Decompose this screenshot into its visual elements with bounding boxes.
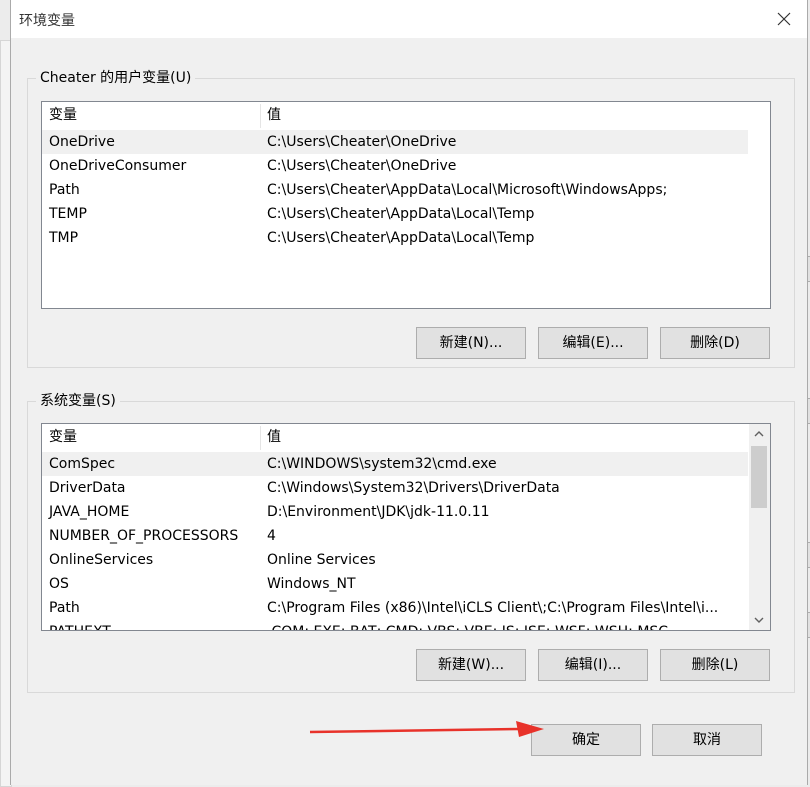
variable-value: C:\Users\Cheater\AppData\Local\Microsoft… xyxy=(267,182,668,198)
dialog-title: 环境变量 xyxy=(19,13,75,29)
variable-name: OS xyxy=(49,576,69,592)
table-row[interactable]: Path C:\Program Files (x86)\Intel\iCLS C… xyxy=(42,596,748,620)
chevron-up-icon xyxy=(754,431,764,437)
table-row[interactable]: JAVA_HOME D:\Environment\JDK\jdk-11.0.11 xyxy=(42,500,748,524)
table-row[interactable]: TMP C:\Users\Cheater\AppData\Local\Temp xyxy=(42,226,748,250)
table-row[interactable]: OS Windows_NT xyxy=(42,572,748,596)
variable-value: C:\Users\Cheater\AppData\Local\Temp xyxy=(267,230,535,246)
environment-variables-dialog: 环境变量 Cheater 的用户变量(U) 变量 值 OneDrive C:\U… xyxy=(10,0,808,785)
table-row[interactable]: OnlineServices Online Services xyxy=(42,548,748,572)
variable-name: OneDriveConsumer xyxy=(49,158,187,174)
table-row[interactable]: TEMP C:\Users\Cheater\AppData\Local\Temp xyxy=(42,202,748,226)
column-header-variable[interactable]: 变量 xyxy=(42,424,260,450)
user-variables-list[interactable]: 变量 值 OneDrive C:\Users\Cheater\OneDrive … xyxy=(41,101,771,309)
variable-name: ComSpec xyxy=(49,456,116,472)
table-row[interactable]: ComSpec C:\WINDOWS\system32\cmd.exe xyxy=(42,452,748,476)
table-row[interactable]: Path C:\Users\Cheater\AppData\Local\Micr… xyxy=(42,178,748,202)
system-variables-legend: 系统变量(S) xyxy=(36,392,120,410)
close-button[interactable] xyxy=(771,6,797,32)
column-header-value[interactable]: 值 xyxy=(260,424,748,450)
variable-name: TMP xyxy=(49,230,79,246)
table-row[interactable]: OneDrive C:\Users\Cheater\OneDrive xyxy=(42,130,748,154)
variable-value: C:\Windows\System32\Drivers\DriverData xyxy=(267,480,560,496)
variable-name: OnlineServices xyxy=(49,552,154,568)
title-bar: 环境变量 xyxy=(11,0,807,38)
cancel-button[interactable]: 取消 xyxy=(652,724,762,756)
column-header-variable[interactable]: 变量 xyxy=(42,102,260,128)
scroll-up-button[interactable] xyxy=(749,424,769,444)
user-variables-legend: Cheater 的用户变量(U) xyxy=(36,69,196,87)
user-delete-button[interactable]: 删除(D) xyxy=(660,327,770,359)
list-header: 变量 值 xyxy=(42,102,770,128)
variable-name: DriverData xyxy=(49,480,126,496)
close-icon xyxy=(777,12,791,26)
scroll-thumb[interactable] xyxy=(751,446,767,508)
variable-value: D:\Environment\JDK\jdk-11.0.11 xyxy=(267,504,490,520)
variable-value: Online Services xyxy=(267,552,376,568)
variable-name: JAVA_HOME xyxy=(49,504,130,520)
table-row[interactable]: PATHEXT .COM;.EXE;.BAT;.CMD;.VBS;.VBE;.J… xyxy=(42,620,748,630)
variable-value: C:\Program Files (x86)\Intel\iCLS Client… xyxy=(267,600,719,616)
variable-name: OneDrive xyxy=(49,134,115,150)
variable-value: C:\Users\Cheater\AppData\Local\Temp xyxy=(267,206,535,222)
system-new-button[interactable]: 新建(W)... xyxy=(416,649,526,681)
variable-value: C:\WINDOWS\system32\cmd.exe xyxy=(267,456,497,472)
table-row[interactable]: OneDriveConsumer C:\Users\Cheater\OneDri… xyxy=(42,154,748,178)
variable-value: 4 xyxy=(267,528,276,544)
ok-button[interactable]: 确定 xyxy=(531,724,641,756)
variable-name: Path xyxy=(49,182,80,198)
user-edit-button[interactable]: 编辑(E)... xyxy=(538,327,648,359)
variable-value: C:\Users\Cheater\OneDrive xyxy=(267,158,457,174)
variable-name: NUMBER_OF_PROCESSORS xyxy=(49,528,239,544)
column-header-value[interactable]: 值 xyxy=(260,102,748,128)
variable-value: C:\Users\Cheater\OneDrive xyxy=(267,134,457,150)
variable-name: PATHEXT xyxy=(42,620,260,630)
list-header: 变量 值 xyxy=(42,424,770,450)
user-new-button[interactable]: 新建(N)... xyxy=(416,327,526,359)
system-edit-button[interactable]: 编辑(I)... xyxy=(538,649,648,681)
vertical-scrollbar[interactable] xyxy=(748,424,770,630)
variable-name: Path xyxy=(49,600,80,616)
variable-name: TEMP xyxy=(49,206,87,222)
chevron-down-icon xyxy=(754,617,764,623)
system-delete-button[interactable]: 删除(L) xyxy=(660,649,770,681)
variable-value: Windows_NT xyxy=(267,576,356,592)
table-row[interactable]: DriverData C:\Windows\System32\Drivers\D… xyxy=(42,476,748,500)
system-variables-list[interactable]: 变量 值 ComSpec C:\WINDOWS\system32\cmd.exe… xyxy=(41,423,771,631)
variable-value: .COM;.EXE;.BAT;.CMD;.VBS;.VBE;.JS;.JSE;.… xyxy=(260,620,748,630)
scroll-down-button[interactable] xyxy=(749,610,769,630)
table-row[interactable]: NUMBER_OF_PROCESSORS 4 xyxy=(42,524,748,548)
